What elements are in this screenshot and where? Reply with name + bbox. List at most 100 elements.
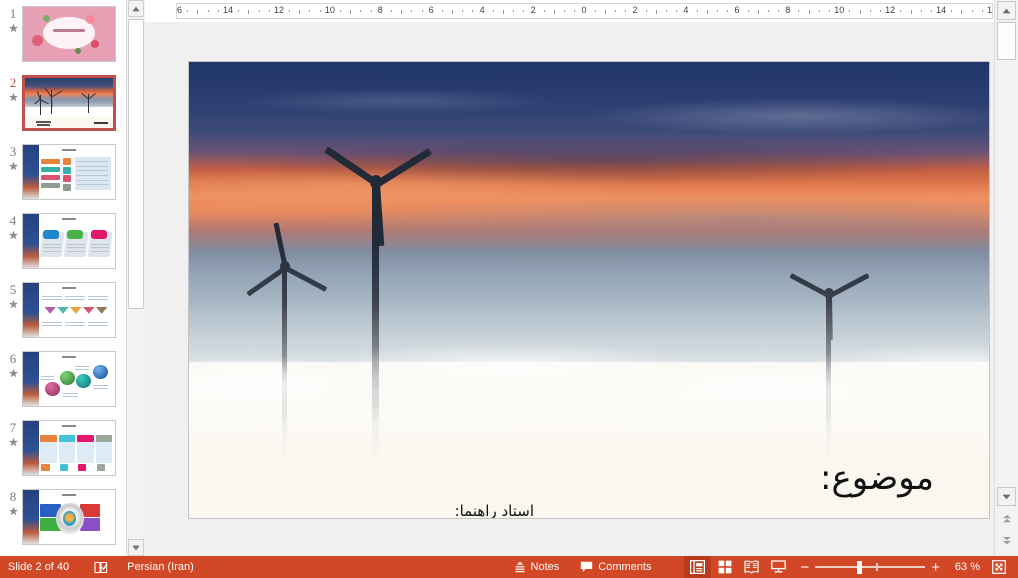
ruler-tick-label: 10 [834,5,844,15]
spell-check-button[interactable] [76,556,115,578]
zoom-slider-handle[interactable] [857,561,862,574]
thumbnail-meta: 4 [0,213,22,241]
horizontal-ruler[interactable]: 1614121086420246810121416 [176,3,993,19]
thumbnail-image[interactable] [22,420,116,476]
slide-counter[interactable]: Slide 2 of 40 [0,556,76,578]
ruler-minor-tick [656,10,657,14]
thumbnail-image[interactable] [22,144,116,200]
thumbnail-scroll-thumb[interactable] [128,19,144,309]
zoom-control[interactable]: − + 63 % [792,560,988,575]
ruler-minor-tick [391,10,392,12]
thumbnail-image[interactable] [22,282,116,338]
ruler-minor-tick [849,10,850,12]
scroll-up-button[interactable] [997,1,1016,20]
ruler-tick-label: 16 [176,5,182,15]
thumbnail-scroll-down-button[interactable] [128,539,144,556]
ruler-minor-tick [911,10,912,14]
ruler-minor-tick [238,10,239,12]
ruler-minor-tick [819,10,820,12]
thumbnail-image[interactable] [22,75,116,131]
thumbnail-image[interactable] [22,351,116,407]
slide-vertical-scrollbar[interactable] [994,0,1018,556]
normal-view-button[interactable] [684,556,711,578]
ruler-minor-tick [513,10,514,12]
thumbnail-scrollbar[interactable] [126,0,145,556]
thumbnail-number: 1 [10,7,17,21]
slide-title-text[interactable]: موضوع: [820,458,934,498]
ruler-minor-tick [697,10,698,12]
thumbnail-number: 3 [10,145,17,159]
scroll-down-button[interactable] [997,487,1016,506]
thumbnail-slide-1[interactable]: 1 [0,6,126,75]
animation-star-icon [8,506,19,517]
ruler-minor-tick [625,10,626,12]
ruler-minor-tick [422,10,423,12]
ruler-tick-label: 6 [734,5,739,15]
zoom-out-button[interactable]: − [800,560,809,575]
animation-star-icon [8,161,19,172]
ruler-minor-tick [829,10,830,12]
thumbnail-image[interactable] [22,213,116,269]
zoom-slider-midpoint [876,563,878,571]
slide-counter-label: Slide 2 of 40 [8,561,69,573]
thumbnail-slide-3[interactable]: 3 [0,144,126,213]
ruler-minor-tick [707,10,708,14]
thumbnail-slide-2[interactable]: 2 [0,75,126,144]
ruler-tick-label: 2 [632,5,637,15]
thumbnail-slide-7[interactable]: 7 [0,420,126,489]
thumbnail-scroll-up-button[interactable] [128,0,144,17]
slide-canvas-area[interactable]: موضوع: استاد راهنما: ارائه دهنده: [145,22,995,556]
zoom-percentage-label[interactable]: 63 % [946,561,980,573]
ruler-minor-tick [299,10,300,14]
thumbnail-number: 5 [10,283,17,297]
ruler-tick-label: 8 [378,5,383,15]
thumbnail-slide-4[interactable]: 4 [0,213,126,282]
scroll-thumb[interactable] [997,22,1016,60]
notes-button[interactable]: Notes [507,556,567,578]
fit-slide-to-window-button[interactable] [988,556,1010,578]
thumbnail-slide-6[interactable]: 6 [0,351,126,420]
zoom-in-button[interactable]: + [931,560,940,575]
ruler-minor-tick [778,10,779,12]
thumbnail-slide-8[interactable]: 8 [0,489,126,556]
thumbnail-slide-5[interactable]: 5 [0,282,126,351]
ruler-tick-label: 4 [683,5,688,15]
ruler-tick-label: 6 [429,5,434,15]
thumbnail-image[interactable] [22,489,116,545]
ruler-minor-tick [259,10,260,12]
next-slide-button[interactable] [997,531,1016,551]
ruler-minor-tick [411,10,412,12]
ruler-minor-tick [309,10,310,12]
zoom-slider[interactable] [815,561,925,573]
ruler-minor-tick [860,10,861,14]
previous-slide-button[interactable] [997,509,1016,529]
ruler-minor-tick [564,10,565,12]
ruler-minor-tick [768,10,769,12]
ruler-minor-tick [951,10,952,12]
ruler-minor-tick [972,10,973,12]
ruler-tick-label: 12 [885,5,895,15]
thumbnail-number: 8 [10,490,17,504]
fog-wisps [189,292,989,442]
ruler-tick-label: 4 [480,5,485,15]
ruler-tick-label: 10 [325,5,335,15]
ruler-minor-tick [197,10,198,14]
slide-thumbnail-pane[interactable]: 1 2 [0,0,126,556]
slide-editing-surface[interactable]: موضوع: استاد راهنما: ارائه دهنده: [189,62,989,518]
spell-check-icon [94,561,108,574]
thumbnail-number: 4 [10,214,17,228]
ruler-minor-tick [921,10,922,12]
thumbnail-meta: 8 [0,489,22,517]
reading-view-button[interactable] [738,556,765,578]
thumbnail-image[interactable] [22,6,116,62]
slide-sorter-view-button[interactable] [711,556,738,578]
language-indicator[interactable]: Persian (Iran) [115,556,201,578]
slide-supervisor-text[interactable]: استاد راهنما: [455,502,534,518]
comments-button[interactable]: Comments [566,556,658,578]
animation-star-icon [8,230,19,241]
slide-show-view-button[interactable] [765,556,792,578]
thumbnail-number: 2 [10,76,17,90]
thumbnail-meta: 6 [0,351,22,379]
ruler-minor-tick [371,10,372,12]
ruler-minor-tick [544,10,545,12]
